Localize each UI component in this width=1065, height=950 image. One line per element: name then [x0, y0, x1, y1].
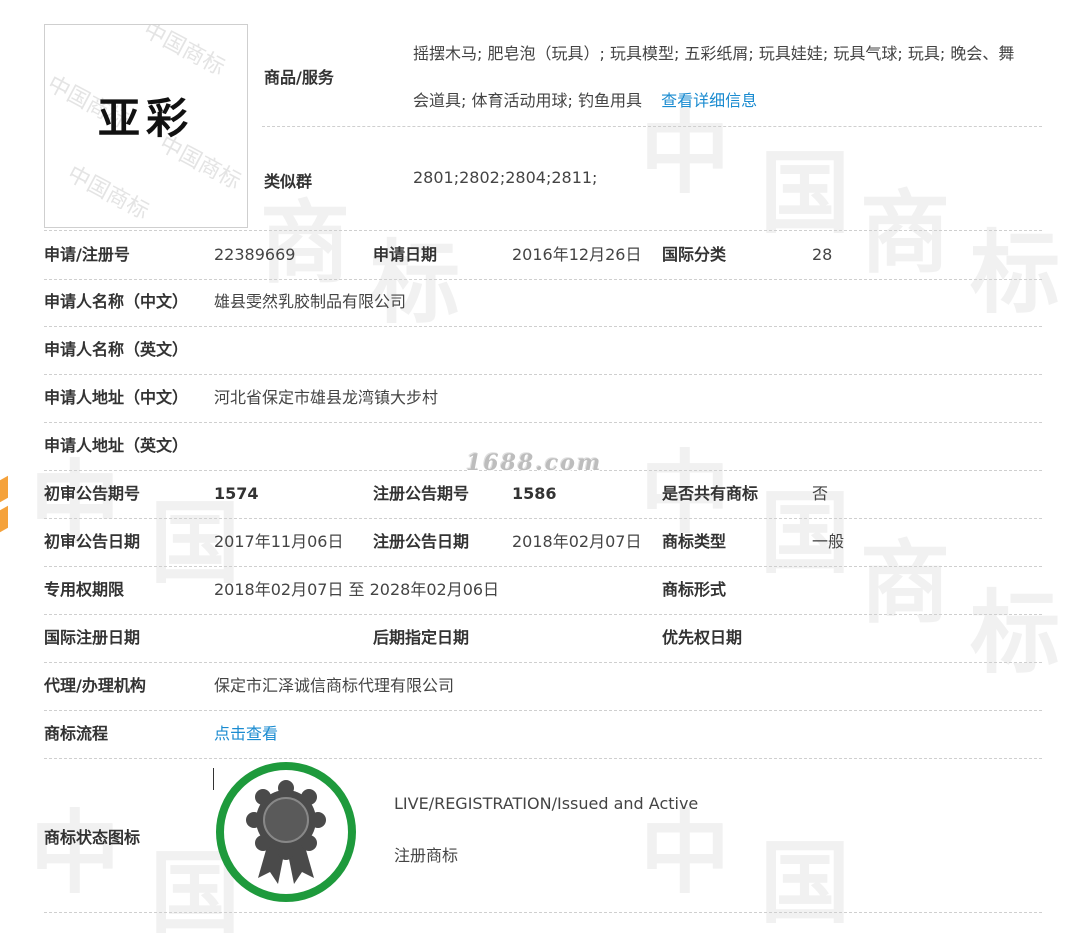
row-applicant-en: 申请人名称（英文）: [44, 326, 1042, 375]
reg-no-value: 22389669: [214, 245, 296, 264]
reg-pub-date-label: 注册公告日期: [373, 532, 470, 551]
intl-class-value: 28: [812, 245, 833, 264]
reg-no-label: 申请/注册号: [44, 245, 130, 264]
row-address-cn: 申请人地址（中文） 河北省保定市雄县龙湾镇大步村: [44, 374, 1042, 423]
view-details-link[interactable]: 查看详细信息: [661, 91, 757, 110]
row-status-icon: 商标状态图标 LIVE/REGISTRATION/Issued and Acti…: [44, 758, 1042, 913]
similar-group-row: 类似群 2801;2802;2804;2811;: [262, 126, 1042, 228]
trademark-image: 中国商标 中国商标 中国商标 中国商标 亚彩: [44, 24, 248, 228]
row-agent: 代理/办理机构 保定市汇泽诚信商标代理有限公司: [44, 662, 1042, 711]
shared-label: 是否共有商标: [662, 484, 759, 503]
row-process: 商标流程 点击查看: [44, 710, 1042, 759]
similar-group-label: 类似群: [264, 172, 313, 191]
logo-watermark: 中国商标: [139, 24, 229, 81]
row-applicant-cn: 申请人名称（中文） 雄县雯然乳胶制品有限公司: [44, 278, 1042, 327]
goods-line-2-wrap: 会道具; 体育活动用球; 钓鱼用具 查看详细信息: [413, 87, 757, 111]
trademark-logo-text: 亚彩: [97, 94, 194, 143]
term-label: 专用权期限: [44, 580, 125, 599]
reg-pub-no-value: 1586: [512, 484, 557, 503]
logo-watermark: 中国商标: [63, 161, 153, 225]
app-date-value: 2016年12月26日: [512, 245, 642, 264]
agent-label: 代理/办理机构: [44, 676, 146, 695]
site-watermark: 1688.com: [466, 450, 603, 476]
priority-label: 优先权日期: [662, 628, 743, 647]
tm-type-value: 一般: [812, 532, 845, 551]
applicant-cn-value: 雄县雯然乳胶制品有限公司: [214, 292, 407, 311]
prelim-no-label: 初审公告期号: [44, 484, 141, 503]
prelim-date-value: 2017年11月06日: [214, 532, 344, 551]
prelim-date-label: 初审公告日期: [44, 532, 141, 551]
goods-label: 商品/服务: [264, 68, 334, 87]
address-cn-label: 申请人地址（中文）: [44, 388, 189, 407]
shared-value: 否: [812, 484, 829, 503]
row-prelim-no: 初审公告期号 1574 注册公告期号 1586 是否共有商标 否: [44, 470, 1042, 519]
intl-class-label: 国际分类: [662, 245, 727, 264]
later-date-label: 后期指定日期: [373, 628, 470, 647]
app-date-label: 申请日期: [373, 245, 438, 264]
registered-badge-icon: [216, 762, 356, 902]
process-view-link[interactable]: 点击查看: [214, 710, 278, 758]
goods-line-1: 摇摆木马; 肥皂泡（玩具）; 玩具模型; 五彩纸屑; 玩具娃娃; 玩具气球; 玩…: [413, 44, 1015, 63]
trademark-detail-page: 中国商标 中国商标 中国商标 中国商标 亚彩 商品/服务 摇摆木马; 肥皂泡（玩…: [0, 0, 1065, 925]
goods-row: 商品/服务 摇摆木马; 肥皂泡（玩具）; 玩具模型; 五彩纸屑; 玩具娃娃; 玩…: [262, 24, 1042, 127]
term-value: 2018年02月07日 至 2028年02月06日: [214, 580, 500, 599]
prelim-no-value: 1574: [214, 484, 259, 503]
row-prelim-date: 初审公告日期 2017年11月06日 注册公告日期 2018年02月07日 商标…: [44, 518, 1042, 567]
reg-pub-date-value: 2018年02月07日: [512, 532, 642, 551]
similar-group-value: 2801;2802;2804;2811;: [413, 168, 598, 187]
status-en-text: LIVE/REGISTRATION/Issued and Active: [394, 794, 699, 813]
applicant-cn-label: 申请人名称（中文）: [44, 292, 189, 311]
process-label: 商标流程: [44, 724, 109, 743]
reg-pub-no-label: 注册公告期号: [373, 484, 470, 503]
tm-form-label: 商标形式: [662, 580, 727, 599]
intl-reg-date-label: 国际注册日期: [44, 628, 141, 647]
row-intl-reg-date: 国际注册日期 后期指定日期 优先权日期: [44, 614, 1042, 663]
tm-type-label: 商标类型: [662, 532, 727, 551]
address-en-label: 申请人地址（英文）: [44, 436, 189, 455]
row-term: 专用权期限 2018年02月07日 至 2028年02月06日 商标形式: [44, 566, 1042, 615]
status-icon-label: 商标状态图标: [44, 828, 141, 847]
row-reg-no: 申请/注册号 22389669 申请日期 2016年12月26日 国际分类 28: [44, 230, 1042, 280]
status-cn-text: 注册商标: [394, 846, 459, 865]
agent-value: 保定市汇泽诚信商标代理有限公司: [214, 676, 455, 695]
address-cn-value: 河北省保定市雄县龙湾镇大步村: [214, 388, 439, 407]
applicant-en-label: 申请人名称（英文）: [44, 340, 189, 359]
goods-line-2: 会道具; 体育活动用球; 钓鱼用具: [413, 91, 642, 110]
